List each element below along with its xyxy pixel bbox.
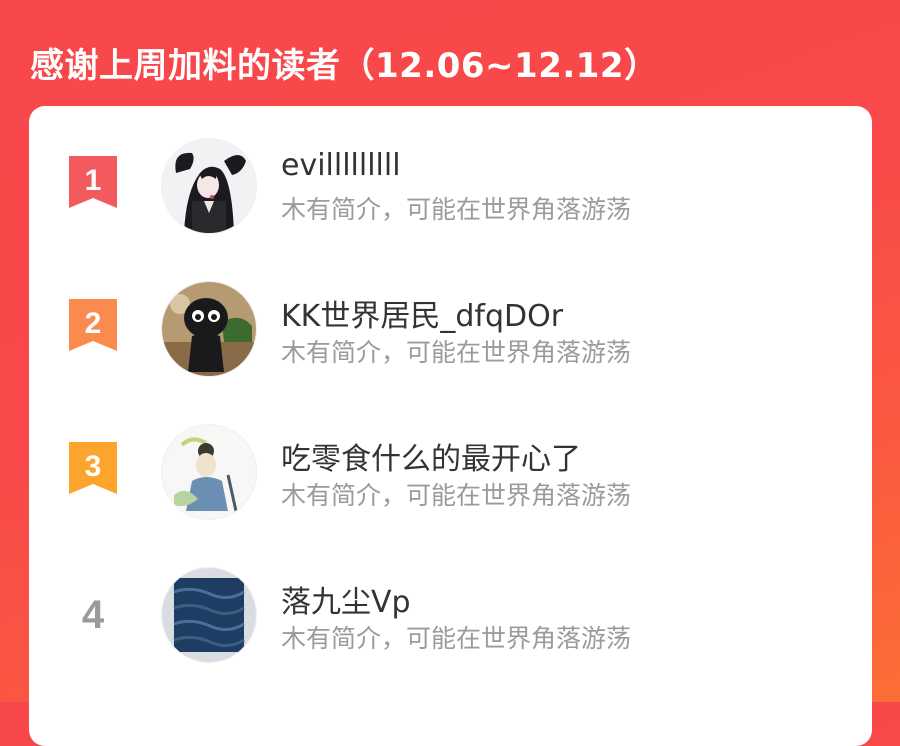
- reader-intro: 木有简介，可能在世界角落游荡: [281, 624, 632, 653]
- reader-name[interactable]: evilllllllll: [281, 148, 401, 183]
- reader-avatar-4[interactable]: [161, 567, 257, 663]
- reader-name[interactable]: 吃零食什么的最开心了: [281, 434, 581, 478]
- rank-badge-2: 2: [69, 299, 117, 351]
- rank-number: 3: [85, 450, 102, 483]
- ink-character-avatar-icon: [162, 425, 256, 519]
- reader-name[interactable]: 落九尘Vp: [281, 577, 411, 621]
- reader-list-card: 1 evilllllllll 木有简介，可能在世界角落游荡 2 KK世界居民_d…: [29, 106, 872, 746]
- reader-row-1[interactable]: 1 evilllllllll 木有简介，可能在世界角落游荡: [29, 126, 872, 256]
- reader-row-3[interactable]: 3 吃零食什么的最开心了 木有简介，可能在世界角落游荡: [29, 412, 872, 542]
- rank-number: 1: [85, 164, 102, 197]
- reader-intro: 木有简介，可能在世界角落游荡: [281, 481, 632, 510]
- rank-badge-1: 1: [69, 156, 117, 208]
- reader-row-2[interactable]: 2 KK世界居民_dfqDOr 木有简介，可能在世界角落游荡: [29, 269, 872, 399]
- reader-row-4[interactable]: 4 落九尘Vp 木有简介，可能在世界角落游荡: [29, 555, 872, 685]
- anime-girl-avatar-icon: [162, 139, 256, 233]
- reader-intro: 木有简介，可能在世界角落游荡: [281, 338, 632, 367]
- blue-sea-avatar-icon: [162, 568, 256, 662]
- rank-badge-3: 3: [69, 442, 117, 494]
- reader-avatar-1[interactable]: [161, 138, 257, 234]
- rank-number: 2: [85, 307, 102, 340]
- rank-number: 4: [81, 593, 105, 637]
- reader-intro: 木有简介，可能在世界角落游荡: [281, 195, 632, 224]
- reader-name[interactable]: KK世界居民_dfqDOr: [281, 291, 563, 335]
- reader-avatar-2[interactable]: [161, 281, 257, 377]
- panda-figure-avatar-icon: [162, 282, 256, 376]
- reader-avatar-3[interactable]: [161, 424, 257, 520]
- page-title: 感谢上周加料的读者（12.06~12.12）: [30, 46, 659, 86]
